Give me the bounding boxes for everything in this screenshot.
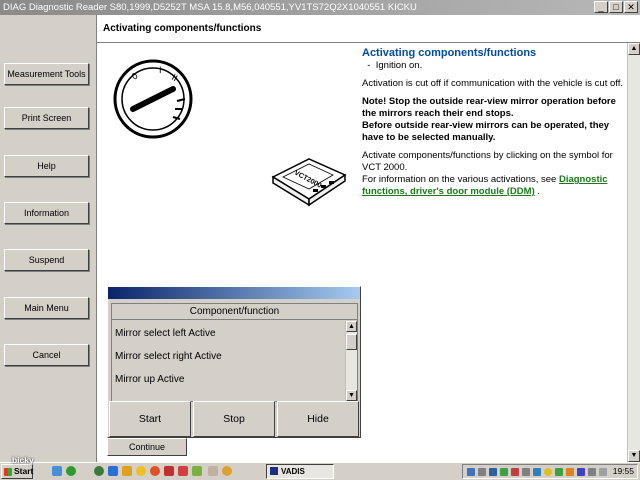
list-item[interactable]: Mirror up Active [115,374,184,385]
app-icon[interactable] [178,466,188,476]
page-title: Activating components/functions [103,23,262,34]
clock: 19:55 [612,466,634,476]
desktop-icon[interactable] [52,466,62,476]
help-button[interactable]: Help [4,155,89,177]
dialog-titlebar[interactable] [108,287,360,299]
tray-icon[interactable] [533,468,541,476]
ignition-switch-icon: 0 I II [113,59,193,139]
vadis-task-button[interactable]: VADIS [266,464,334,479]
tray-icon[interactable] [566,468,574,476]
suspend-button[interactable]: Suspend [4,249,89,271]
tray-icon[interactable] [544,468,552,476]
activate-line: Activate components/functions by clickin… [362,150,613,173]
tray-icon[interactable] [588,468,596,476]
window-titlebar: DIAG Diagnostic Reader S80,1999,D5252T M… [0,0,640,15]
list-scroll-down-icon[interactable]: ▼ [346,390,357,401]
hide-button[interactable]: Hide [277,401,359,437]
scroll-up-icon[interactable]: ▲ [628,43,640,55]
tools-icon[interactable] [164,466,174,476]
sidebar: Measurement Tools Print Screen Help Info… [0,15,96,462]
maximize-button[interactable]: □ [609,1,623,13]
tray-icon[interactable] [511,468,519,476]
stop-button[interactable]: Stop [193,401,275,437]
list-item[interactable]: Mirror select right Active [115,351,222,362]
measurement-tools-button[interactable]: Measurement Tools [4,63,89,85]
start-button[interactable]: Start [109,401,191,437]
taskbar: Start VADIS 19:55 [0,462,640,480]
close-button[interactable]: ✕ [624,1,638,13]
system-tray: 19:55 [462,464,638,479]
folder-icon[interactable] [122,466,132,476]
minimize-button[interactable]: _ [594,1,608,13]
quicklaunch-icon[interactable] [66,466,76,476]
windows-logo-icon [4,468,12,476]
instructions-title: Activating components/functions [362,47,537,59]
tray-icon[interactable] [489,468,497,476]
scroll-down-icon[interactable]: ▼ [628,450,640,462]
info-suffix: . [537,186,541,197]
start-button-taskbar[interactable]: Start [1,464,33,479]
vct2000-icon[interactable]: VCT2000 [269,155,349,207]
start-label: Start [14,466,34,476]
list-scrollbar[interactable]: ▲ ▼ [345,321,357,401]
firefox-icon[interactable] [150,466,160,476]
app2-icon[interactable] [192,466,202,476]
instructions-text: Activating components/functions - Igniti… [362,47,630,204]
info-prefix: For information on the various activatio… [362,174,557,185]
note-line-2: Before outside rear-view mirrors can be … [362,120,610,143]
tray-icon[interactable] [478,468,486,476]
component-list-header: Component/function [112,304,357,320]
watermark: bicky [12,455,34,465]
information-button[interactable]: Information [4,202,89,224]
note-line-1: Note! Stop the outside rear-view mirror … [362,96,616,119]
activate-text: Activate components/functions by clickin… [362,150,630,198]
tray-icon[interactable] [500,468,508,476]
tray-icon[interactable] [467,468,475,476]
list-scroll-thumb[interactable] [346,334,357,350]
cancel-button[interactable]: Cancel [4,344,89,366]
app3-icon[interactable] [208,466,218,476]
chrome-icon[interactable] [222,466,232,476]
component-list: Component/function Mirror select left Ac… [111,303,358,402]
main-scrollbar[interactable]: ▲ ▼ [627,43,640,462]
list-item[interactable]: Mirror select left Active [115,328,216,339]
svg-text:I: I [159,65,162,75]
media-icon[interactable] [94,466,104,476]
tray-icon[interactable] [522,468,530,476]
print-screen-button[interactable]: Print Screen [4,107,89,129]
ignition-bullet: - Ignition on. [362,60,423,71]
note-text: Note! Stop the outside rear-view mirror … [362,96,630,144]
smiley-icon[interactable] [136,466,146,476]
tray-icon[interactable] [577,468,585,476]
speaker-icon[interactable] [599,468,607,476]
cutoff-text: Activation is cut off if communication w… [362,78,624,89]
component-dialog: Component/function Mirror select left Ac… [107,286,361,438]
page-header: Activating components/functions [97,15,640,43]
window-title: DIAG Diagnostic Reader S80,1999,D5252T M… [3,2,417,13]
list-scroll-up-icon[interactable]: ▲ [346,321,357,332]
tray-icon[interactable] [555,468,563,476]
vadis-icon [270,467,278,475]
ignition-bullet-text: Ignition on. [375,60,423,71]
main-menu-button[interactable]: Main Menu [4,297,89,319]
vadis-task-label: VADIS [281,467,305,476]
continue-button[interactable]: Continue [107,438,187,456]
browser-icon[interactable] [108,466,118,476]
